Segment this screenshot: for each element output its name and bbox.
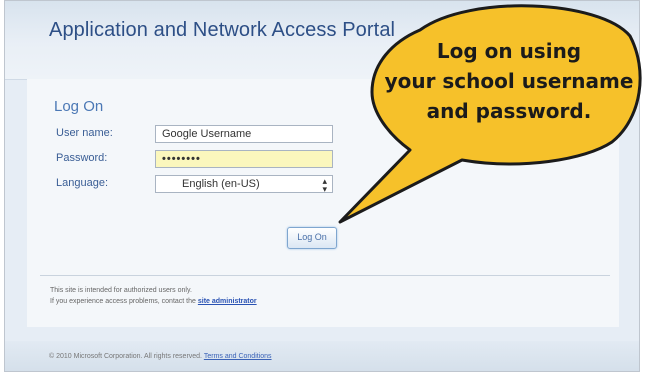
callout-line-2: your school username xyxy=(384,69,634,93)
callout-line-1: Log on using xyxy=(436,39,582,63)
callout-text: Log on using your school username and pa… xyxy=(378,36,640,126)
callout-line-3: and password. xyxy=(426,99,592,123)
